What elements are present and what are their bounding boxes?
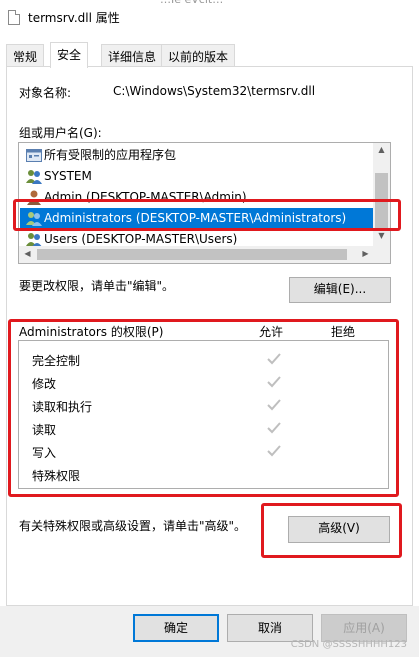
allow-column-header: 允许 [259,325,284,339]
permission-label: 读取和执行 [32,400,93,414]
list-item-label: 所有受限制的应用程序包 [44,148,177,162]
horizontal-scrollbar[interactable]: ◀ ▶ [19,246,374,263]
advanced-button[interactable]: 高级(V) [288,516,390,543]
deny-column-header: 拒绝 [331,325,356,339]
list-item-selected[interactable]: Administrators (DESKTOP-MASTER\Administr… [20,208,374,229]
permission-label: 写入 [32,446,57,460]
check-icon [267,399,281,411]
background-window-fragment: …Ie eVclt… [160,0,280,4]
permission-label: 特殊权限 [32,469,81,483]
permission-label: 读取 [32,423,57,437]
tab-strip: 常规 安全 详细信息 以前的版本 [0,34,419,68]
apply-button[interactable]: 应用(A) [321,614,407,642]
group-user-list[interactable]: 所有受限制的应用程序包 SYSTEM Admin (DESKTOP-MASTER… [18,142,391,264]
vertical-scrollbar[interactable]: ▲ ▼ [373,143,390,246]
check-icon [267,353,281,365]
advanced-hint: 有关特殊权限或高级设置，请单击"高级"。 [19,519,247,533]
list-item-label: Admin (DESKTOP-MASTER\Admin) [44,190,247,204]
tab-security[interactable]: 安全 [50,42,89,68]
scroll-down-icon[interactable]: ▼ [373,231,390,240]
check-icon [267,445,281,457]
scroll-thumb[interactable] [37,249,347,260]
title-bar: termsrv.dll 属性 …Ie eVclt… [0,0,419,34]
permission-label: 完全控制 [32,354,81,368]
list-item[interactable]: 所有受限制的应用程序包 [20,145,374,166]
permissions-header: Administrators 的权限(P) [19,325,164,339]
user-icon [27,190,41,205]
object-name-label: 对象名称: [19,86,72,100]
scroll-right-icon[interactable]: ▶ [357,249,374,258]
list-item[interactable]: SYSTEM [20,166,374,187]
list-item-label: Administrators (DESKTOP-MASTER\Administr… [44,211,347,225]
file-icon [8,10,20,25]
check-icon [267,376,281,388]
scroll-up-icon[interactable]: ▲ [373,145,390,154]
cancel-button[interactable]: 取消 [227,614,313,642]
object-name-value: C:\Windows\System32\termsrv.dll [113,84,316,98]
scroll-thumb[interactable] [375,173,388,229]
edit-hint: 要更改权限，请单击"编辑"。 [19,279,175,293]
list-item-label: Users (DESKTOP-MASTER\Users) [44,232,238,246]
tab-details[interactable]: 详细信息 [101,44,164,66]
list-item[interactable]: Admin (DESKTOP-MASTER\Admin) [20,187,374,208]
edit-button[interactable]: 编辑(E)... [289,277,391,303]
group-user-label: 组或用户名(G): [19,126,102,140]
scroll-left-icon[interactable]: ◀ [19,249,36,258]
check-icon [267,422,281,434]
scrollbar-corner [373,246,390,263]
list-item-label: SYSTEM [44,169,92,183]
ok-button[interactable]: 确定 [133,614,219,642]
watermark: CSDN @SSSSHHHH123 [290,639,407,650]
tab-previous-versions[interactable]: 以前的版本 [161,44,236,66]
window-title: termsrv.dll 属性 [28,11,120,25]
app-package-icon [26,149,42,162]
dialog-footer: 确定 取消 应用(A) CSDN @SSSSHHHH123 [0,606,419,657]
permissions-list: 完全控制 修改 读取和执行 读取 写入 特殊权限 [18,340,389,489]
tab-general[interactable]: 常规 [6,44,45,66]
users-icon [26,233,42,247]
users-icon [26,170,42,184]
permission-label: 修改 [32,377,57,391]
users-icon [26,212,42,226]
